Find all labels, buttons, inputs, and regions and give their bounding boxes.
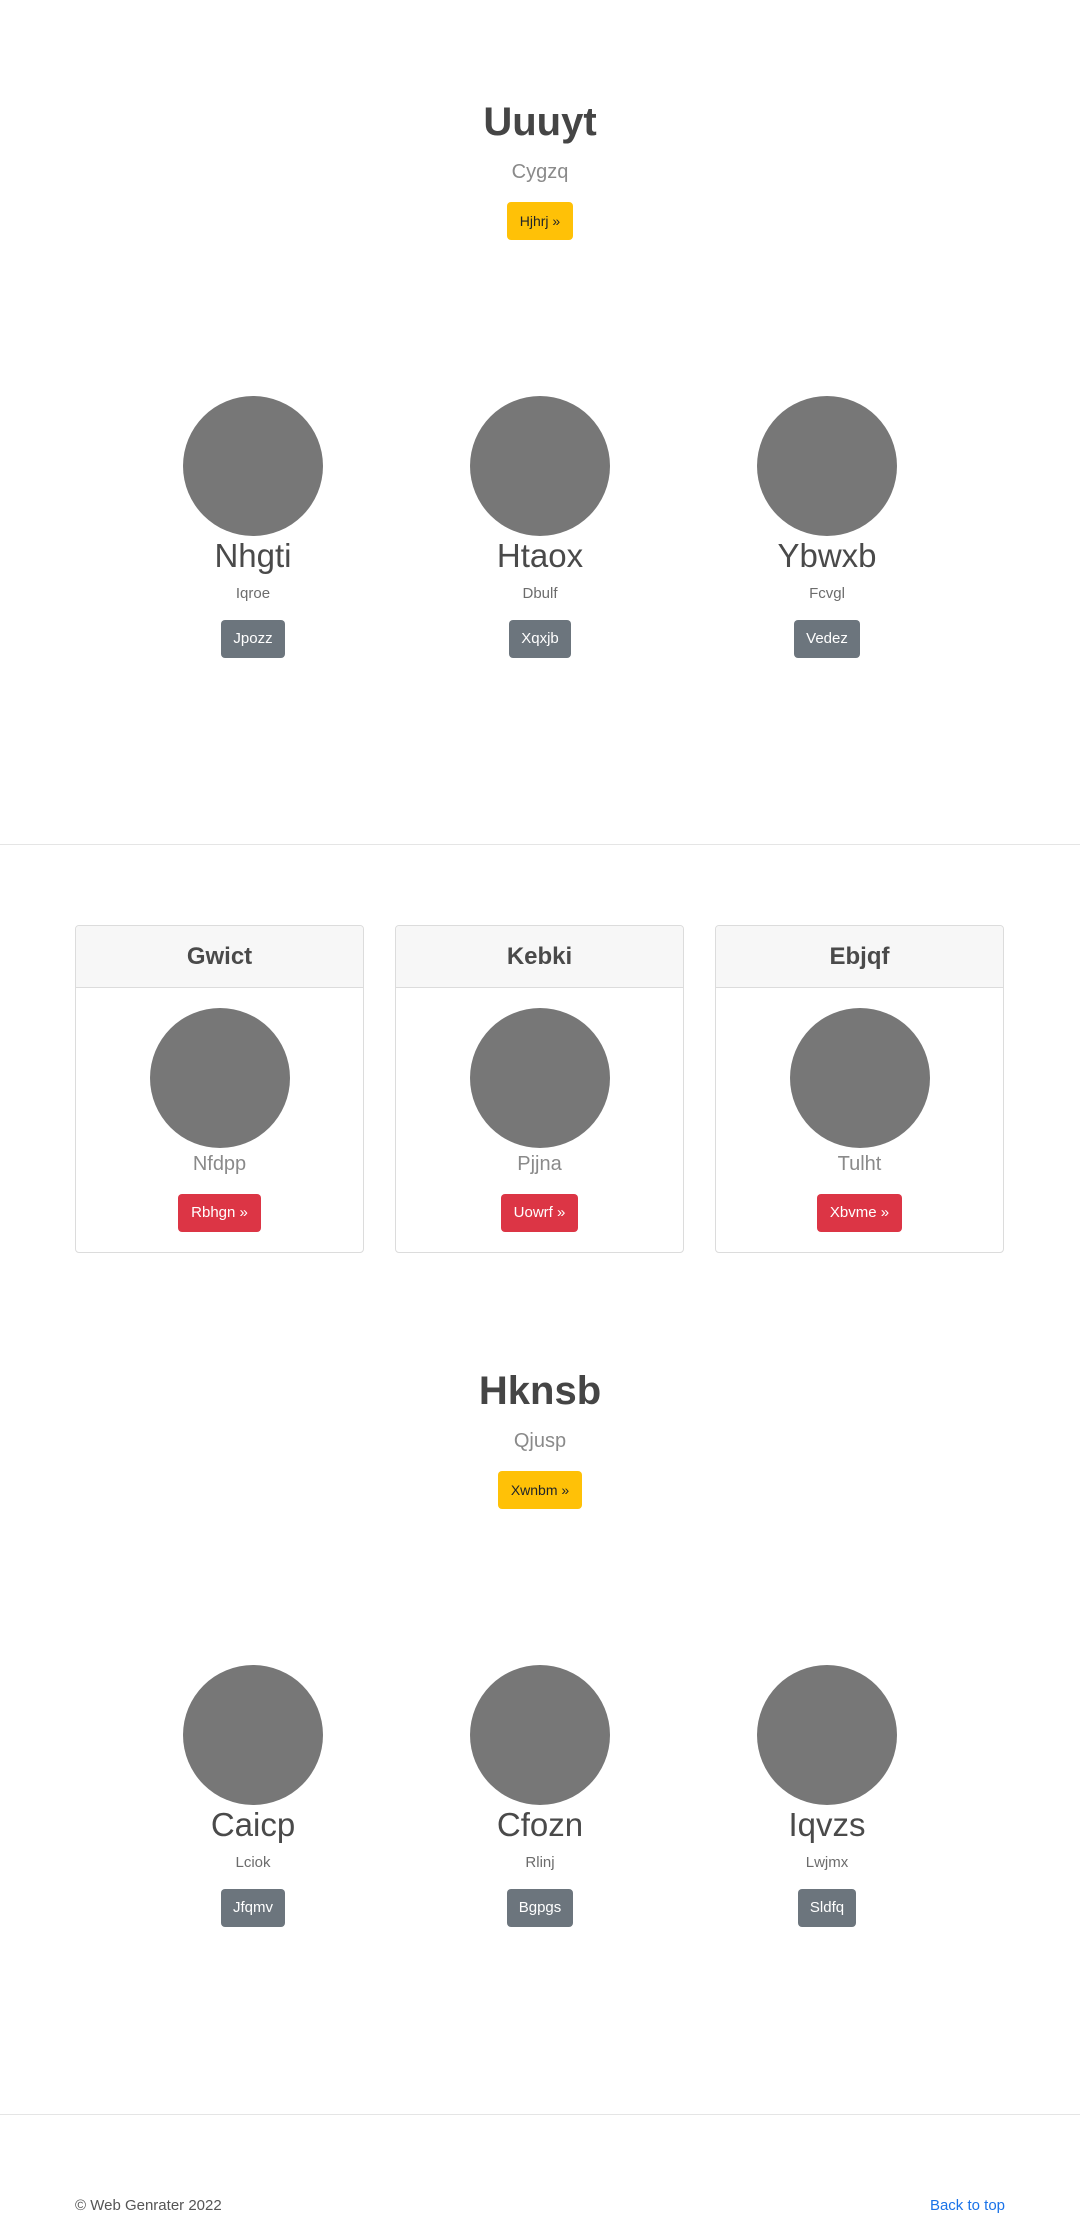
placeholder-image (789, 1008, 930, 1148)
card: Kebki Pjjna Uowrf » (395, 925, 684, 1253)
feature-text: Lciok (235, 1854, 271, 1871)
card-caption: Nfdpp (192, 1153, 247, 1175)
feature-text: Lwjmx (805, 1854, 849, 1871)
feature-heading: Iqvzs (788, 1806, 866, 1843)
feature-button[interactable]: Vedez (794, 620, 860, 658)
feature-button[interactable]: Jfqmv (220, 1889, 285, 1927)
feature-heading: Nhgti (214, 537, 292, 574)
feature-heading: Htaox (496, 537, 584, 574)
placeholder-image (757, 1665, 897, 1805)
feature-text: Dbulf (522, 585, 558, 602)
feature-heading: Cfozn (496, 1806, 584, 1843)
placeholder-image (183, 1665, 323, 1805)
feature-button[interactable]: Sldfq (797, 1889, 857, 1927)
placeholder-image (149, 1008, 290, 1148)
hero-subtitle: Cygzq (511, 161, 569, 183)
card-button[interactable]: Rbhgn » (178, 1194, 261, 1232)
card-header: Gwict (76, 926, 363, 988)
copyright-text: © Web Genrater 2022 (75, 2197, 222, 2214)
divider (0, 844, 1080, 845)
hero-subtitle: Qjusp (513, 1430, 567, 1452)
hero-button[interactable]: Xwnbm » (497, 1471, 583, 1509)
feature-button[interactable]: Xqxjb (509, 620, 571, 658)
hero-button[interactable]: Hjhrj » (506, 202, 574, 240)
card-button[interactable]: Xbvme » (816, 1194, 903, 1232)
hero-title: Uuuyt (483, 100, 597, 144)
feature-heading: Ybwxb (777, 537, 877, 574)
hero-section-1: Uuuyt Cygzq Hjhrj » (0, 98, 1080, 240)
feature-heading: Caicp (210, 1806, 296, 1843)
feature-column: Htaox Dbulf Xqxjb (390, 396, 690, 658)
feature-column: Iqvzs Lwjmx Sldfq (677, 1665, 977, 1927)
card-caption: Tulht (837, 1153, 882, 1175)
card-header: Ebjqf (716, 926, 1003, 988)
feature-column: Nhgti Iqroe Jpozz (103, 396, 403, 658)
hero-section-2: Hknsb Qjusp Xwnbm » (0, 1367, 1080, 1509)
card-caption: Pjjna (517, 1153, 562, 1175)
feature-text: Rlinj (525, 1854, 555, 1871)
feature-column: Caicp Lciok Jfqmv (103, 1665, 403, 1927)
card: Ebjqf Tulht Xbvme » (715, 925, 1004, 1253)
placeholder-image (183, 396, 323, 536)
placeholder-image (757, 396, 897, 536)
feature-column: Ybwxb Fcvgl Vedez (677, 396, 977, 658)
back-to-top-link[interactable]: Back to top (930, 2197, 1005, 2214)
placeholder-image (469, 1008, 610, 1148)
feature-button[interactable]: Jpozz (221, 620, 285, 658)
placeholder-image (470, 396, 610, 536)
card: Gwict Nfdpp Rbhgn » (75, 925, 364, 1253)
footer-divider (0, 2114, 1080, 2115)
placeholder-image (470, 1665, 610, 1805)
card-header: Kebki (396, 926, 683, 988)
card-button[interactable]: Uowrf » (500, 1194, 579, 1232)
feature-column: Cfozn Rlinj Bgpgs (390, 1665, 690, 1927)
feature-text: Iqroe (235, 585, 271, 602)
feature-text: Fcvgl (809, 585, 845, 602)
feature-button[interactable]: Bgpgs (506, 1889, 574, 1927)
hero-title: Hknsb (478, 1369, 602, 1413)
